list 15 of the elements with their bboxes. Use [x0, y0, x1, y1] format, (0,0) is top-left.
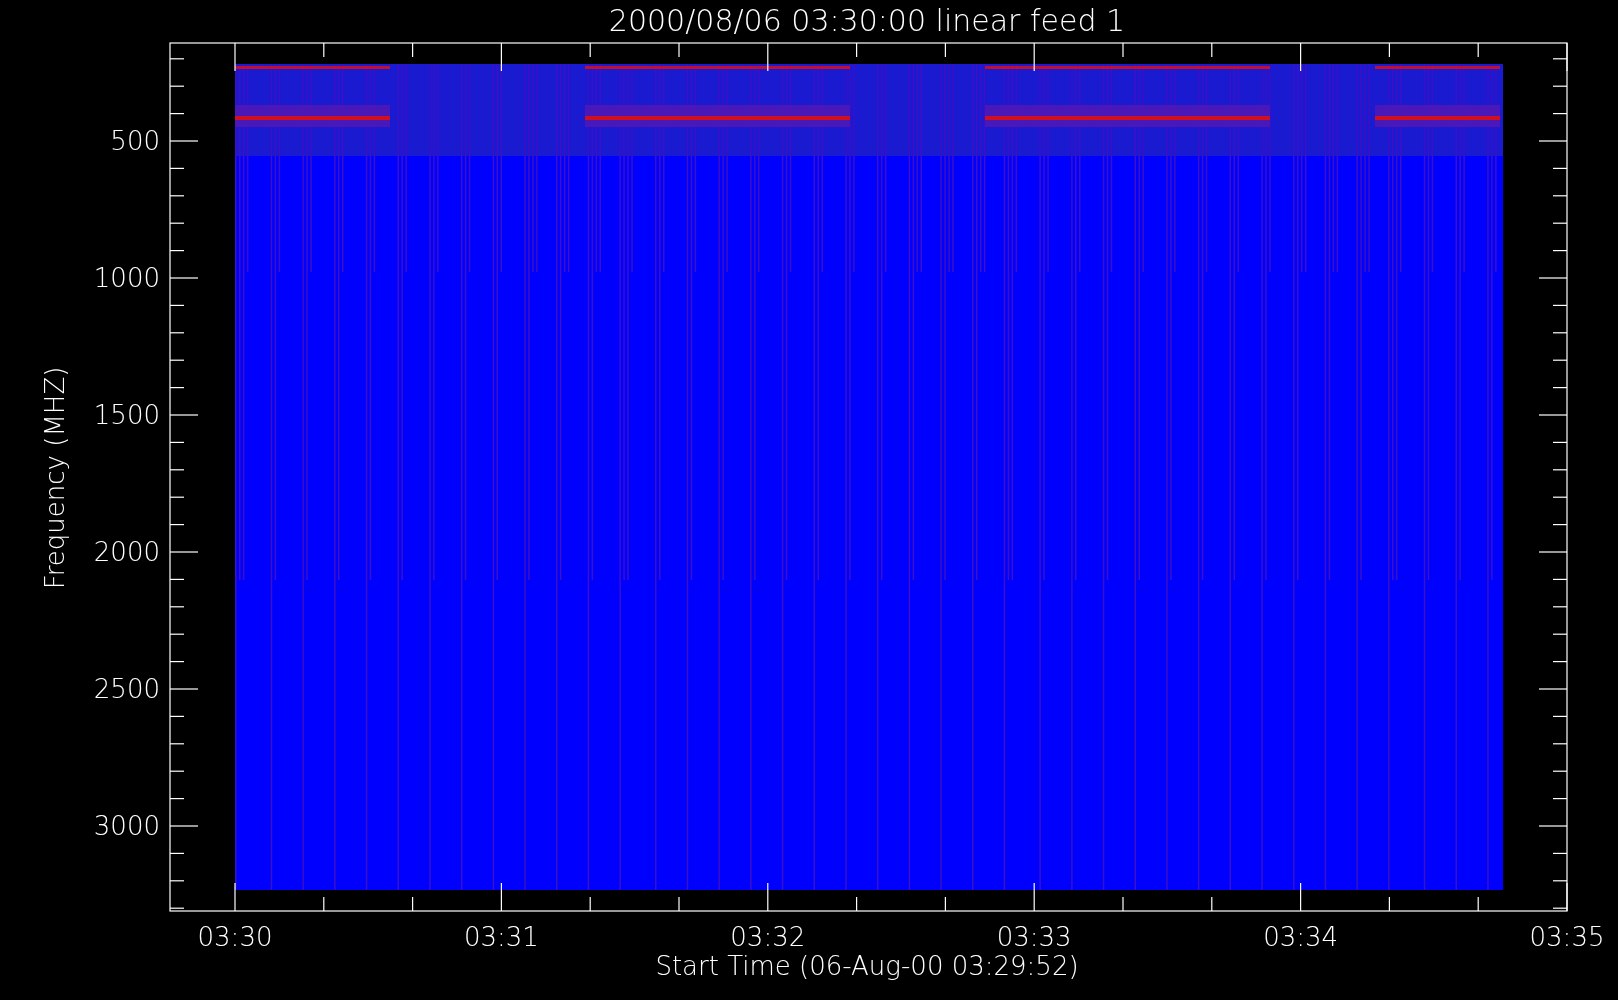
x-tick-label: 03:35 [1529, 922, 1605, 952]
y-tick-label: 500 [110, 126, 160, 156]
y-tick-label: 1000 [93, 263, 160, 293]
y-axis-label: Frequency (MHZ) [40, 366, 70, 590]
y-tick-label: 2500 [93, 674, 160, 704]
plot-title: 2000/08/06 03:30:00 linear feed 1 [608, 3, 1126, 38]
x-tick-label: 03:30 [197, 922, 273, 952]
y-tick-label: 3000 [93, 811, 160, 841]
x-tick-label: 03:34 [1263, 922, 1339, 952]
x-axis-label: Start Time (06-Aug-00 03:29:52) [655, 951, 1079, 981]
x-tick-label: 03:33 [996, 922, 1072, 952]
y-tick-label: 1500 [93, 400, 160, 430]
y-tick-label: 2000 [93, 537, 160, 567]
x-tick-label: 03:32 [730, 922, 806, 952]
x-tick-label: 03:31 [463, 922, 539, 952]
